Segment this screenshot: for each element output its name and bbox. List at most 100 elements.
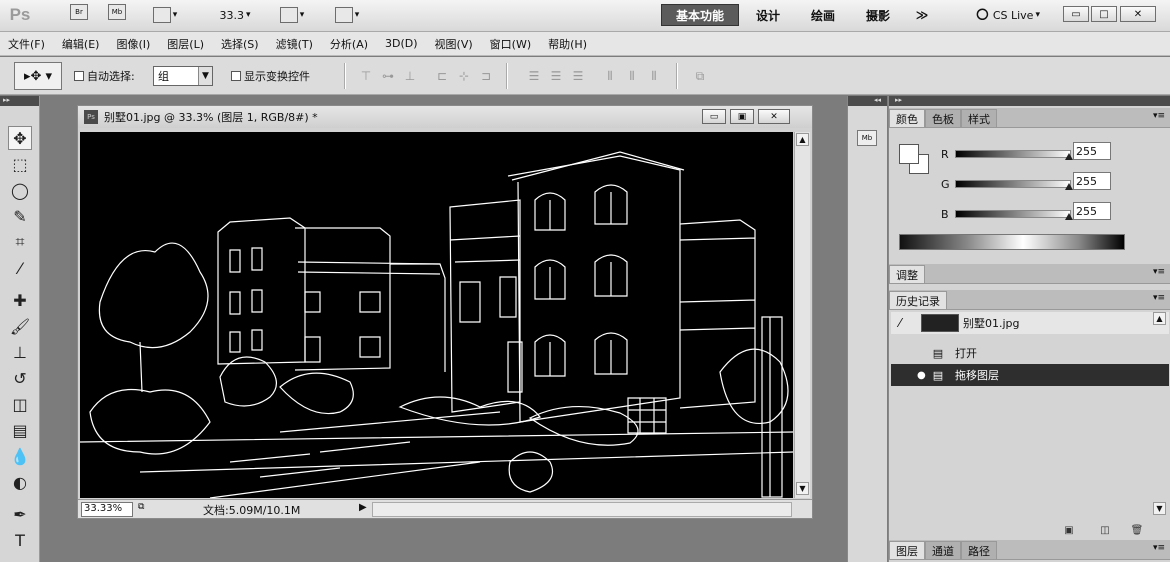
quick-selection-tool-icon[interactable]: ✎ [8,204,32,228]
menu-3d[interactable]: 3D(D) [385,37,418,50]
tab-layers[interactable]: 图层 [889,541,925,559]
align-hcenter-icon[interactable]: ⊹ [456,69,472,83]
eyedropper-tool-icon[interactable]: ⁄ [8,256,32,280]
arrange-documents-dropdown[interactable] [275,4,309,26]
channel-b-input[interactable]: 255 [1073,202,1111,220]
channel-g-thumb[interactable] [1065,183,1073,190]
align-bottom-icon[interactable]: ⊥ [402,69,418,83]
panel-menu-icon[interactable]: ▾≡ [1153,543,1165,553]
lasso-tool-icon[interactable]: ◯ [8,178,32,202]
align-vcenter-icon[interactable]: ⊶ [380,69,396,83]
workspace-painting-button[interactable]: 绘画 [803,4,843,26]
scroll-up-arrow-icon[interactable]: ▲ [796,133,809,146]
crop-tool-icon[interactable]: ⌗ [8,230,32,254]
tab-channels[interactable]: 通道 [925,541,961,559]
history-brush-source-icon[interactable]: ⁄ [899,316,901,330]
history-snapshot-row[interactable]: ⁄ 别墅01.jpg [891,312,1169,334]
pen-tool-icon[interactable]: ✒ [8,502,32,526]
tab-history[interactable]: 历史记录 [889,291,947,309]
menu-window[interactable]: 窗口(W) [490,36,531,52]
launch-bridge-button[interactable]: Br [70,4,88,20]
color-ramp[interactable] [899,234,1125,250]
cs-live-button[interactable]: ⭘ CS Live [963,4,1053,26]
dock-collapse-grip[interactable]: ◂◂ [848,96,887,106]
history-step-open[interactable]: ▤ 打开 [891,342,1169,364]
menu-view[interactable]: 视图(V) [435,36,473,52]
history-scroll-up-icon[interactable]: ▲ [1153,312,1166,325]
align-top-icon[interactable]: ⊤ [358,69,374,83]
tools-panel-grip[interactable]: ▸▸ [0,96,39,106]
menu-image[interactable]: 图像(I) [116,36,150,52]
auto-align-layers-icon[interactable]: ⧉ [692,69,708,83]
dodge-tool-icon[interactable]: ◐ [8,470,32,494]
distribute-right-icon[interactable]: ⫴ [646,69,662,83]
close-button[interactable]: ✕ [1120,6,1156,22]
panels-grip[interactable]: ▸▸ [889,96,1170,106]
doc-minimize-button[interactable]: ▭ [702,109,726,124]
mini-bridge-panel-icon[interactable]: Mb [857,130,877,146]
image-canvas[interactable] [80,132,793,498]
tab-swatches[interactable]: 色板 [925,109,961,127]
history-step-drag-layer[interactable]: ● ▤ 拖移图层 [891,364,1169,386]
horizontal-scrollbar[interactable] [372,502,792,517]
auto-select-type-dropdown[interactable]: 组 ▼ [153,66,213,86]
new-document-from-state-icon[interactable]: ▣ [1061,524,1077,536]
doc-close-button[interactable]: ✕ [758,109,790,124]
marquee-tool-icon[interactable]: ⬚ [8,152,32,176]
type-tool-icon[interactable]: T [8,528,32,552]
maximize-button[interactable]: □ [1091,6,1117,22]
eraser-tool-icon[interactable]: ◫ [8,392,32,416]
foreground-color-swatch[interactable] [899,144,919,164]
workspace-essentials-button[interactable]: 基本功能 [661,4,739,26]
show-transform-controls-checkbox[interactable]: 显示变换控件 [231,68,310,84]
gradient-tool-icon[interactable]: ▤ [8,418,32,442]
align-left-icon[interactable]: ⊏ [434,69,450,83]
menu-analysis[interactable]: 分析(A) [330,36,368,52]
distribute-left-icon[interactable]: ⫴ [602,69,618,83]
launch-mini-bridge-button[interactable]: Mb [108,4,126,20]
menu-edit[interactable]: 编辑(E) [62,36,100,52]
status-menu-arrow-icon[interactable]: ▶ [359,502,367,513]
move-tool-icon[interactable]: ✥ [8,126,32,150]
menu-select[interactable]: 选择(S) [221,36,259,52]
channel-r-thumb[interactable] [1065,153,1073,160]
scroll-down-arrow-icon[interactable]: ▼ [796,482,809,495]
brush-tool-icon[interactable]: 🖌 [8,314,32,338]
channel-g-input[interactable]: 255 [1073,172,1111,190]
history-scroll-down-icon[interactable]: ▼ [1153,502,1166,515]
history-brush-tool-icon[interactable]: ↺ [8,366,32,390]
align-right-icon[interactable]: ⊐ [478,69,494,83]
menu-filter[interactable]: 滤镜(T) [276,36,313,52]
doc-maximize-button[interactable]: ▣ [730,109,754,124]
view-extras-dropdown[interactable] [148,4,182,26]
zoom-level-dropdown[interactable]: 33.3 [210,4,260,26]
distribute-top-icon[interactable]: ☰ [526,69,542,83]
healing-brush-tool-icon[interactable]: ✚ [8,288,32,312]
workspace-photography-button[interactable]: 摄影 [858,4,898,26]
menu-file[interactable]: 文件(F) [8,36,45,52]
panel-menu-icon[interactable]: ▾≡ [1153,111,1165,121]
distribute-hcenter-icon[interactable]: ⫴ [624,69,640,83]
status-zoom-field[interactable]: 33.33% [81,502,133,517]
tab-styles[interactable]: 样式 [961,109,997,127]
channel-r-input[interactable]: 255 [1073,142,1111,160]
channel-g-slider[interactable] [955,180,1071,188]
tool-preset-picker[interactable]: ▸✥ ▾ [14,62,62,90]
blur-tool-icon[interactable]: 💧 [8,444,32,468]
distribute-vcenter-icon[interactable]: ☰ [548,69,564,83]
tab-adjustments[interactable]: 调整 [889,265,925,283]
new-snapshot-icon[interactable]: ◫ [1097,524,1113,536]
menu-layer[interactable]: 图层(L) [167,36,204,52]
channel-b-thumb[interactable] [1065,213,1073,220]
panel-menu-icon[interactable]: ▾≡ [1153,293,1165,303]
status-info-icon[interactable]: ⧉ [138,502,144,512]
vertical-scrollbar[interactable]: ▲ ▼ [794,132,810,498]
minimize-button[interactable]: ▭ [1063,6,1089,22]
screen-mode-dropdown[interactable] [330,4,364,26]
clone-stamp-tool-icon[interactable]: ⊥ [8,340,32,364]
delete-state-icon[interactable]: 🗑 [1129,524,1145,536]
workspace-design-button[interactable]: 设计 [748,4,788,26]
panel-menu-icon[interactable]: ▾≡ [1153,267,1165,277]
channel-b-slider[interactable] [955,210,1071,218]
menu-help[interactable]: 帮助(H) [548,36,587,52]
